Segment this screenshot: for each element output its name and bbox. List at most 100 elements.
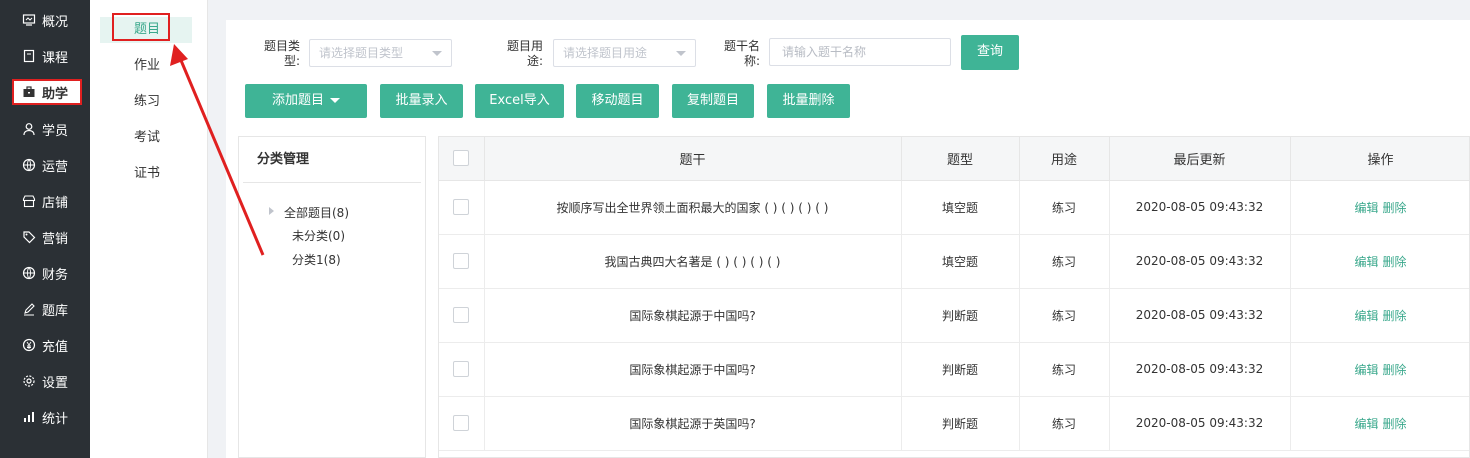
delete-link[interactable]: 删除 [1383, 255, 1407, 269]
column-header-use: 用途 [1019, 137, 1110, 181]
sidebar-item-study-assist[interactable]: 助学 [12, 79, 82, 105]
delete-link[interactable]: 删除 [1383, 201, 1407, 215]
sidebar-item-label: 营销 [42, 231, 69, 247]
subnav-item-homework[interactable]: 作业 [100, 53, 192, 79]
sidebar-item-marketing[interactable]: 营销 [0, 219, 90, 255]
sidebar-item-label: 概况 [42, 14, 69, 30]
delete-link[interactable]: 删除 [1383, 417, 1407, 431]
briefcase-icon [22, 85, 36, 99]
cell-actions: 编辑 删除 [1290, 288, 1469, 343]
pen-icon [22, 302, 36, 316]
sidebar-item-label: 助学 [42, 86, 69, 102]
cell-updated: 2020-08-05 09:43:32 [1109, 342, 1291, 397]
cell-actions: 编辑 删除 [1290, 396, 1469, 451]
sidebar-item-students[interactable]: 学员 [0, 111, 90, 147]
table-row: 按顺序写出全世界领土面积最大的国家 ( ) ( ) ( ) ( ) 填空题 练习… [439, 180, 1469, 235]
type-filter-label: 题目类型: [263, 39, 300, 68]
cell-use: 练习 [1019, 180, 1110, 235]
yen-icon [22, 338, 36, 352]
question-table: 题干 题型 用途 最后更新 操作 按顺序写出全世界领土面积最大的国家 ( ) (… [438, 136, 1470, 458]
stem-filter-label: 题干名称: [723, 39, 760, 68]
table-row: 我国古典四大名著是 ( ) ( ) ( ) ( ) 填空题 练习 2020-08… [439, 234, 1469, 289]
edit-link[interactable]: 编辑 [1354, 309, 1378, 323]
add-question-button[interactable]: 添加题目 [245, 84, 367, 118]
category-node-all[interactable]: 全部题目(8) [284, 204, 349, 221]
bar-chart-icon [22, 410, 36, 424]
header-select-all [439, 137, 485, 181]
subnav-item-certificate[interactable]: 证书 [100, 161, 192, 187]
sidebar-item-label: 店铺 [42, 195, 69, 211]
cell-updated: 2020-08-05 09:43:32 [1109, 288, 1291, 343]
edit-link[interactable]: 编辑 [1354, 363, 1378, 377]
batch-delete-button[interactable]: 批量删除 [767, 84, 850, 118]
sidebar-item-course[interactable]: 课程 [0, 38, 90, 74]
category-panel: 分类管理 全部题目(8) 未分类(0) 分类1(8) [238, 136, 426, 458]
row-checkbox[interactable] [453, 415, 470, 431]
main-sidebar: 概况 课程 助学 学员 运营 店铺 营销 财务 题库 充值 设置 统计 [0, 0, 90, 458]
edit-link[interactable]: 编辑 [1354, 417, 1378, 431]
sidebar-item-overview[interactable]: 概况 [0, 2, 90, 38]
sidebar-item-store[interactable]: 店铺 [0, 183, 90, 219]
column-header-stem: 题干 [484, 137, 902, 181]
cell-use: 练习 [1019, 234, 1110, 289]
use-filter-label: 题目用途: [506, 39, 543, 68]
tag-icon [22, 230, 36, 244]
add-question-label: 添加题目 [271, 93, 324, 108]
table-row: 国际象棋起源于中国吗? 判断题 练习 2020-08-05 09:43:32 编… [439, 342, 1469, 397]
overview-icon [22, 13, 36, 27]
category-node-uncategorized[interactable]: 未分类(0) [292, 227, 345, 244]
edit-link[interactable]: 编辑 [1354, 201, 1378, 215]
use-select[interactable]: 请选择题目用途 [553, 39, 696, 67]
cell-stem: 按顺序写出全世界领土面积最大的国家 ( ) ( ) ( ) ( ) [484, 180, 902, 235]
cell-actions: 编辑 删除 [1290, 342, 1469, 397]
row-checkbox[interactable] [453, 199, 470, 215]
cell-updated: 2020-08-05 09:43:32 [1109, 396, 1291, 451]
category-node-category1[interactable]: 分类1(8) [292, 251, 341, 268]
cell-stem: 国际象棋起源于中国吗? [484, 288, 902, 343]
subnav-item-questions[interactable]: 题目 [100, 13, 192, 43]
sidebar-item-label: 财务 [42, 267, 69, 283]
column-header-actions: 操作 [1290, 137, 1469, 181]
sidebar-item-recharge[interactable]: 充值 [0, 327, 90, 363]
sidebar-item-question-bank[interactable]: 题库 [0, 291, 90, 327]
select-all-checkbox[interactable] [453, 150, 470, 167]
subnav-item-label: 证书 [134, 166, 161, 181]
cell-use: 练习 [1019, 288, 1110, 343]
row-checkbox[interactable] [453, 307, 470, 323]
type-select[interactable]: 请选择题目类型 [309, 39, 452, 67]
delete-link[interactable]: 删除 [1383, 363, 1407, 377]
edit-link[interactable]: 编辑 [1354, 255, 1378, 269]
cell-type: 判断题 [901, 288, 1020, 343]
main-content: 题目类型: 请选择题目类型 题目用途: 请选择题目用途 题干名称: 查询 添加题… [226, 20, 1470, 458]
move-question-button[interactable]: 移动题目 [576, 84, 659, 118]
sidebar-item-label: 设置 [42, 375, 69, 391]
delete-link[interactable]: 删除 [1383, 309, 1407, 323]
subnav-item-exam[interactable]: 考试 [100, 125, 192, 151]
row-checkbox[interactable] [453, 361, 470, 377]
excel-import-button[interactable]: Excel导入 [475, 84, 564, 118]
query-button[interactable]: 查询 [961, 35, 1019, 70]
subnav-item-label: 作业 [134, 58, 161, 73]
column-header-updated: 最后更新 [1109, 137, 1291, 181]
sidebar-item-finance[interactable]: 财务 [0, 255, 90, 291]
cell-actions: 编辑 删除 [1290, 234, 1469, 289]
sidebar-item-settings[interactable]: 设置 [0, 363, 90, 399]
sidebar-item-operations[interactable]: 运营 [0, 147, 90, 183]
batch-input-button[interactable]: 批量录入 [380, 84, 463, 118]
cell-type: 判断题 [901, 342, 1020, 397]
sidebar-item-label: 题库 [42, 303, 69, 319]
globe-icon [22, 158, 36, 172]
sidebar-item-label: 统计 [42, 411, 69, 427]
cell-type: 填空题 [901, 180, 1020, 235]
sidebar-item-label: 充值 [42, 339, 69, 355]
table-row: 国际象棋起源于中国吗? 判断题 练习 2020-08-05 09:43:32 编… [439, 288, 1469, 343]
sidebar-item-statistics[interactable]: 统计 [0, 399, 90, 435]
sidebar-item-label: 学员 [42, 123, 69, 139]
stem-search-input[interactable] [769, 38, 951, 66]
subnav-item-practice[interactable]: 练习 [100, 89, 192, 115]
copy-question-button[interactable]: 复制题目 [672, 84, 754, 118]
highlight-box [112, 13, 170, 41]
user-icon [22, 122, 36, 136]
row-checkbox[interactable] [453, 253, 470, 269]
tree-expand-icon[interactable] [269, 207, 274, 215]
